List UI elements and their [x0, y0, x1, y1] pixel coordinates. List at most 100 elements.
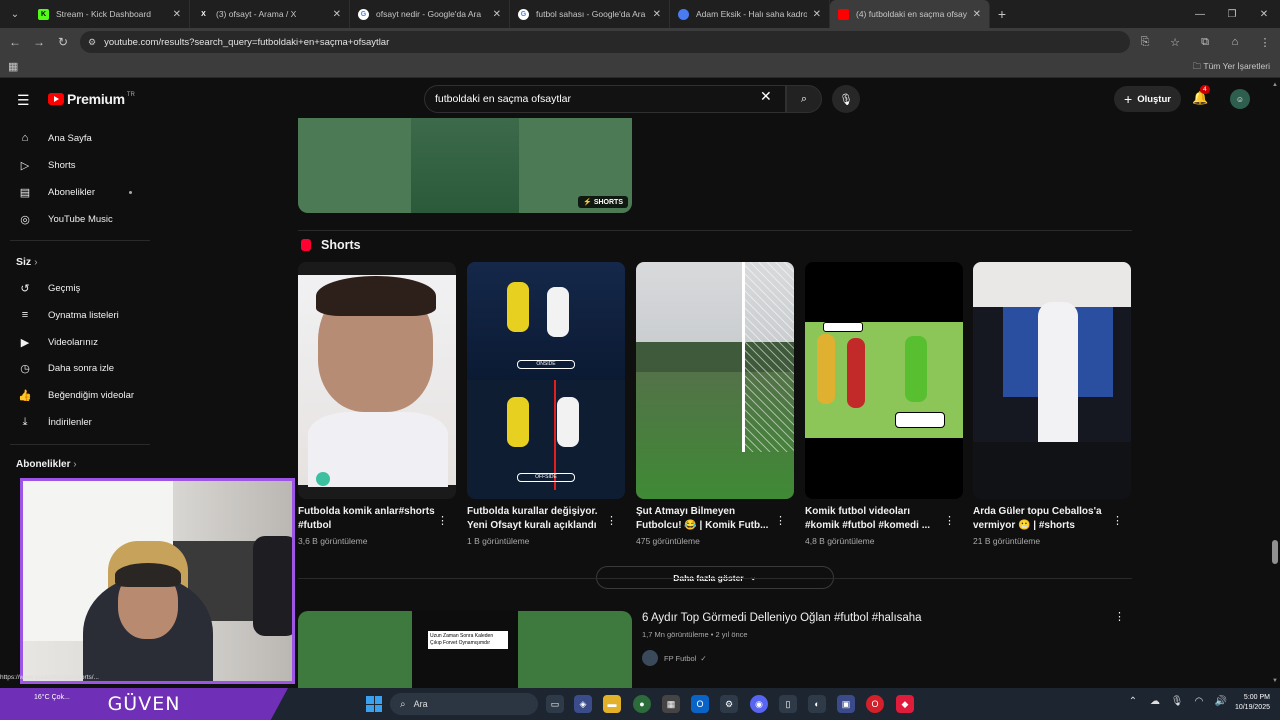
scrollbar-thumb[interactable] — [1272, 540, 1278, 564]
sidebar-item-shorts[interactable]: ▷ Shorts — [0, 152, 160, 178]
tab-kick[interactable]: K Stream - Kick Dashboard ✕ — [30, 0, 190, 28]
short-thumbnail[interactable] — [805, 262, 963, 499]
scroll-down-icon[interactable]: ▼ — [1272, 678, 1278, 684]
close-icon[interactable]: ✕ — [653, 9, 661, 20]
tab-youtube[interactable]: (4) futboldaki en saçma ofsaytl ✕ — [830, 0, 990, 28]
short-thumbnail[interactable] — [636, 262, 794, 499]
short-card[interactable]: Futbolda komik anlar#shorts #futbol 3,6 … — [298, 262, 456, 546]
apps-grid-icon[interactable]: ▦ — [8, 60, 18, 73]
sidebar-item-your-videos[interactable]: ▶ Videolarınız — [0, 329, 160, 355]
video-title[interactable]: 6 Aydır Top Görmedi Delleniyo Oğlan #fut… — [642, 612, 922, 624]
chrome-icon[interactable]: ● — [633, 695, 651, 713]
clear-search-icon[interactable]: ✕ — [760, 88, 772, 105]
more-options-icon[interactable]: ⋮ — [437, 514, 448, 527]
weather-widget[interactable]: 16°C Çok... — [34, 694, 70, 701]
sidebar-item-home[interactable]: ⌂ Ana Sayfa — [0, 125, 160, 151]
taskbar-clock[interactable]: 5:00 PM 10/19/2025 — [1222, 693, 1270, 713]
short-card[interactable]: ONSIDE OFFSIDE Futbolda kurallar değişiy… — [467, 262, 625, 546]
sidebar-item-watch-later[interactable]: ◷ Daha sonra izle — [0, 355, 160, 381]
more-options-icon[interactable]: ⋮ — [606, 514, 617, 527]
notifications-button[interactable]: 🔔 4 — [1192, 85, 1210, 106]
sidebar-item-subscriptions[interactable]: ▤ Abonelikler — [0, 179, 160, 205]
scroll-up-icon[interactable]: ▲ — [1272, 82, 1278, 88]
address-bar[interactable]: ⚙ youtube.com/results?search_query=futbo… — [80, 31, 1130, 53]
taskbar-search[interactable]: ⌕ Ara — [390, 693, 538, 715]
create-button[interactable]: + Oluştur — [1114, 86, 1181, 112]
search-input[interactable]: futboldaki en saçma ofsaytlar — [424, 85, 786, 113]
close-icon[interactable]: ✕ — [333, 9, 341, 20]
close-window-icon[interactable]: ✕ — [1248, 9, 1280, 20]
top-short-thumbnail[interactable]: ⚡ SHORTS — [298, 118, 632, 213]
short-title[interactable]: Futbolda komik anlar#shorts #futbol — [298, 505, 438, 533]
short-thumbnail[interactable]: ONSIDE OFFSIDE — [467, 262, 625, 499]
sidebar-item-downloads[interactable]: ⤓ İndirilenler — [0, 409, 160, 435]
video-thumbnail[interactable]: Uzun Zaman Sonra Kaleden Çıkıp Forvet Oy… — [298, 611, 632, 688]
hamburger-menu-icon[interactable]: ☰ — [17, 92, 30, 109]
tab-x[interactable]: X (3) ofsayt - Arama / X ✕ — [190, 0, 350, 28]
outlook-icon[interactable]: O — [691, 695, 709, 713]
app-icon[interactable]: ▯ — [779, 695, 797, 713]
menu-icon[interactable]: ⋮ — [1250, 36, 1280, 49]
short-card[interactable]: Şut Atmayı Bilmeyen Futbolcu! 😂 | Komik … — [636, 262, 794, 546]
short-thumbnail[interactable] — [298, 262, 456, 499]
sidebar-item-playlists[interactable]: ≡ Oynatma listeleri — [0, 302, 160, 328]
youtube-logo[interactable]: Premium TR — [48, 91, 135, 107]
more-options-icon[interactable]: ⋮ — [1112, 514, 1123, 527]
short-card[interactable]: Arda Güler topu Ceballos'a vermiyor 😬 | … — [973, 262, 1131, 546]
restore-icon[interactable]: ❐ — [1216, 9, 1248, 20]
tab-adam-eksik[interactable]: Adam Eksik - Halı saha kadro k ✕ — [670, 0, 830, 28]
short-title[interactable]: Futbolda kurallar değişiyor. Yeni Ofsayt… — [467, 505, 607, 533]
store-icon[interactable]: ▦ — [662, 695, 680, 713]
tab-google-saha[interactable]: G futbol sahası - Google'da Ara ✕ — [510, 0, 670, 28]
task-view-icon[interactable]: ▭ — [546, 695, 564, 713]
close-icon[interactable]: ✕ — [493, 9, 501, 20]
sidebar-you-header[interactable]: Siz › — [16, 256, 38, 268]
install-icon[interactable]: ⎘ — [1130, 36, 1160, 49]
wifi-icon[interactable]: ◠ — [1188, 696, 1210, 707]
new-tab-button[interactable]: + — [990, 6, 1014, 22]
extensions-icon[interactable]: ⧉ — [1190, 36, 1220, 49]
bookmark-star-icon[interactable]: ☆ — [1160, 36, 1190, 49]
tab-search-icon[interactable]: ⌄ — [0, 0, 30, 28]
copilot-icon[interactable]: ◈ — [574, 695, 592, 713]
minimize-icon[interactable]: — — [1184, 9, 1216, 20]
short-card[interactable]: Komik futbol videoları #komik #futbol #k… — [805, 262, 963, 546]
profile-icon[interactable]: ⌂ — [1220, 36, 1250, 48]
more-options-icon[interactable]: ⋮ — [944, 514, 955, 527]
short-title[interactable]: Arda Güler topu Ceballos'a vermiyor 😬 | … — [973, 505, 1113, 533]
avatar[interactable]: ☺ — [1230, 89, 1250, 109]
settings-icon[interactable]: ⚙ — [720, 695, 738, 713]
short-title[interactable]: Komik futbol videoları #komik #futbol #k… — [805, 505, 945, 533]
steam-icon[interactable]: ◐ — [808, 695, 826, 713]
voice-search-button[interactable]: 🎙 — [832, 85, 860, 113]
reload-icon[interactable]: ↻ — [51, 35, 75, 49]
sidebar-item-liked[interactable]: 👍 Beğendiğim videolar — [0, 382, 160, 408]
short-title[interactable]: Şut Atmayı Bilmeyen Futbolcu! 😂 | Komik … — [636, 505, 776, 533]
cloud-icon[interactable]: ☁ — [1144, 696, 1166, 707]
video-channel[interactable]: FP Futbol ✓ — [642, 650, 707, 666]
back-icon[interactable]: ← — [3, 35, 27, 49]
all-bookmarks-button[interactable]: 🗀 Tüm Yer İşaretleri — [1193, 61, 1270, 75]
site-info-icon[interactable]: ⚙ — [88, 37, 96, 48]
mic-icon[interactable]: 🎙 — [1166, 696, 1188, 707]
chevron-up-icon[interactable]: ⌃ — [1122, 696, 1144, 707]
sidebar-item-history[interactable]: ↺ Geçmiş — [0, 275, 160, 301]
windows-start-icon[interactable] — [366, 696, 382, 712]
tab-google-ofsayt[interactable]: G ofsayt nedir - Google'da Ara ✕ — [350, 0, 510, 28]
sidebar-subscriptions-header[interactable]: Abonelikler › — [16, 459, 77, 470]
file-explorer-icon[interactable]: ▬ — [603, 695, 621, 713]
opera-icon[interactable]: O — [866, 695, 884, 713]
page-scrollbar[interactable]: ▲ ▼ — [1270, 80, 1280, 688]
close-icon[interactable]: ✕ — [813, 9, 821, 20]
sidebar-item-music[interactable]: ◎ YouTube Music — [0, 206, 160, 232]
more-options-icon[interactable]: ⋮ — [775, 514, 786, 527]
forward-icon[interactable]: → — [27, 35, 51, 49]
app-icon[interactable]: ◆ — [896, 695, 914, 713]
short-thumbnail[interactable] — [973, 262, 1131, 499]
discord-icon[interactable]: ◉ — [750, 695, 768, 713]
more-options-icon[interactable]: ⋮ — [1114, 610, 1125, 623]
search-button[interactable]: ⌕ — [786, 85, 822, 113]
close-icon[interactable]: ✕ — [973, 9, 981, 20]
close-icon[interactable]: ✕ — [173, 9, 181, 20]
app-icon[interactable]: ▣ — [837, 695, 855, 713]
